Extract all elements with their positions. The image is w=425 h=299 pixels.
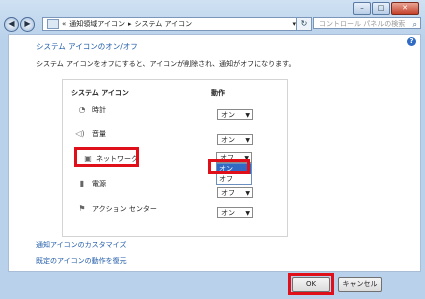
address-bar[interactable]: « 通知領域アイコン ▸ システム アイコン ▾: [42, 17, 300, 31]
breadcrumb-root[interactable]: «: [62, 20, 66, 28]
column-header-action: 動作: [211, 89, 225, 97]
refresh-button[interactable]: ↻: [296, 17, 312, 31]
breadcrumb-separator-icon: ▸: [127, 20, 132, 28]
breadcrumb-system-icons[interactable]: システム アイコン: [134, 19, 192, 29]
clock-behavior-select[interactable]: オン ▼: [217, 109, 253, 120]
row-label-volume: 音量: [92, 130, 106, 138]
search-input[interactable]: コントロール パネルの検索 ⌕: [313, 17, 421, 29]
select-value: オフ: [221, 189, 235, 197]
select-value: オン: [221, 136, 235, 144]
chevron-down-icon: ▼: [245, 190, 250, 197]
option-off[interactable]: オフ: [217, 174, 251, 184]
breadcrumb-notification-icons[interactable]: 通知領域アイコン: [69, 19, 125, 29]
search-icon[interactable]: ⌕: [413, 19, 417, 31]
forward-button[interactable]: ▶: [20, 17, 35, 32]
window-controls: – □ ✕: [352, 2, 419, 15]
battery-icon: ▮: [79, 179, 85, 188]
network-behavior-select[interactable]: オフ ▼: [217, 187, 253, 198]
cancel-button[interactable]: キャンセル: [338, 277, 382, 292]
network-label-highlight: [74, 147, 139, 167]
volume-behavior-select[interactable]: オン ▼: [217, 134, 253, 145]
row-label-clock: 時計: [92, 106, 106, 114]
close-button[interactable]: ✕: [391, 2, 419, 15]
control-panel-window: – □ ✕ ◀ ▶ « 通知領域アイコン ▸ システム アイコン ▾ ↻ コント…: [0, 0, 425, 299]
action-center-behavior-select[interactable]: オン ▼: [217, 207, 253, 218]
search-placeholder: コントロール パネルの検索: [319, 20, 406, 28]
restore-defaults-link[interactable]: 既定のアイコンの動作を復元: [36, 256, 127, 266]
option-on-highlight: [208, 159, 250, 174]
minimize-button[interactable]: –: [353, 2, 371, 15]
system-icons-panel: システム アイコン 動作 ◔ 時計 オン ▼ ◁) 音量 オン ▼ ▣ ネットワーク…: [62, 79, 288, 237]
clock-icon: ◔: [78, 105, 86, 114]
row-label-power: 電源: [92, 180, 106, 188]
help-icon[interactable]: ?: [407, 37, 416, 46]
select-value: オン: [221, 111, 235, 119]
speaker-icon: ◁): [75, 129, 85, 138]
chevron-down-icon: ▼: [245, 137, 250, 144]
dialog-footer: OK キャンセル: [8, 271, 419, 295]
select-value: オン: [221, 209, 235, 217]
page-description: システム アイコンをオフにすると、アイコンが削除され、通知がオフになります。: [36, 60, 296, 68]
content-pane: ? システム アイコンのオン/オフ システム アイコンをオフにすると、アイコンが…: [8, 34, 421, 272]
control-panel-icon: [47, 19, 59, 29]
back-button[interactable]: ◀: [4, 17, 19, 32]
title-bar: – □ ✕ ◀ ▶ « 通知領域アイコン ▸ システム アイコン ▾ ↻ コント…: [0, 0, 425, 32]
flag-icon: ⚑: [78, 204, 86, 213]
ok-button-highlight: [288, 273, 334, 295]
row-label-action-center: アクション センター: [92, 205, 157, 213]
chevron-down-icon: ▼: [245, 210, 250, 217]
page-title: システム アイコンのオン/オフ: [36, 42, 138, 51]
navigation-bar: ◀ ▶ « 通知領域アイコン ▸ システム アイコン ▾ ↻ コントロール パネ…: [4, 17, 421, 32]
column-header-icon: システム アイコン: [71, 89, 129, 97]
maximize-button[interactable]: □: [372, 2, 390, 15]
chevron-down-icon: ▼: [245, 112, 250, 119]
customize-icons-link[interactable]: 通知アイコンのカスタマイズ: [36, 240, 126, 250]
